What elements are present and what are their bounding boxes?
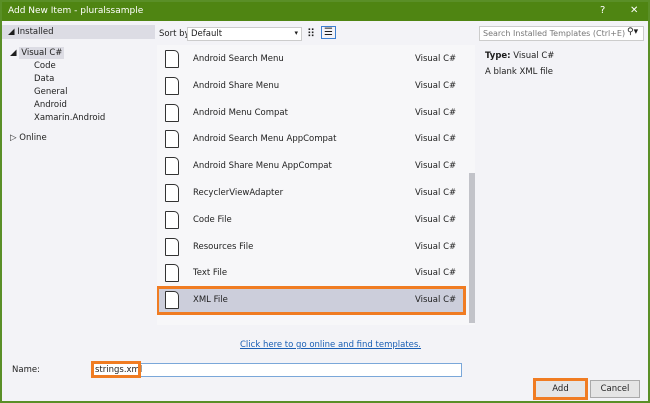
template-name: Android Search Menu xyxy=(193,54,284,64)
details-panel: Search Installed Templates (Ctrl+E) ⚲▾ T… xyxy=(477,21,648,353)
template-name: Resources File xyxy=(193,241,254,252)
template-item[interactable]: RecyclerViewAdapter Visual C# xyxy=(157,180,465,207)
file-icon xyxy=(165,210,179,229)
template-name: Android Share Menu AppCompat xyxy=(193,161,332,172)
template-name: Android Menu Compat xyxy=(193,107,288,118)
template-name: Text File xyxy=(193,268,228,279)
chevron-down-icon: ▾ xyxy=(294,29,298,37)
type-value: Visual C# xyxy=(513,51,555,61)
name-highlight xyxy=(91,361,141,378)
sort-bar: Sort by: Default ▾ ⠿ ☰ xyxy=(157,25,475,45)
template-item[interactable]: Android Search Menu AppCompat Visual C# xyxy=(157,126,465,153)
file-icon xyxy=(165,50,179,68)
template-item[interactable]: Resources File Visual C# xyxy=(157,234,465,261)
file-icon xyxy=(165,237,179,256)
tree-visual-cs[interactable]: ◢ Visual C# xyxy=(10,47,65,59)
template-item[interactable]: Android Share Menu AppCompat Visual C# xyxy=(157,153,465,180)
name-field[interactable]: strings.xml xyxy=(92,363,462,377)
template-tree: ◢ Installed ◢ Visual C# Code Data Genera… xyxy=(2,21,155,353)
tree-online[interactable]: ▷ Online xyxy=(10,133,47,143)
file-icon xyxy=(165,157,179,176)
dialog-title: Add New Item - pluralssample xyxy=(8,6,144,16)
template-list: Android Search Menu Visual C# Android Shar… xyxy=(157,45,475,325)
template-description: A blank XML file xyxy=(485,67,554,77)
file-icon xyxy=(165,264,179,283)
search-icon[interactable]: ⚲▾ xyxy=(627,27,638,37)
template-language: Visual C# xyxy=(415,54,457,64)
grid-view-icon[interactable]: ⠿ xyxy=(307,27,315,40)
template-language: Visual C# xyxy=(415,241,457,252)
name-label: Name: xyxy=(12,365,40,375)
template-item[interactable]: XML File Visual C# xyxy=(157,286,466,316)
template-item[interactable]: Android Menu Compat Visual C# xyxy=(157,100,465,127)
expanded-icon: ◢ xyxy=(8,27,18,37)
file-icon xyxy=(165,76,179,95)
tree-data[interactable]: Data xyxy=(34,74,54,84)
scrollbar-thumb[interactable] xyxy=(469,173,475,323)
template-language: Visual C# xyxy=(415,80,457,91)
template-name: Android Search Menu AppCompat xyxy=(193,134,337,145)
add-highlight xyxy=(533,378,588,400)
template-language: Visual C# xyxy=(415,107,457,118)
tree-code[interactable]: Code xyxy=(34,61,56,71)
tree-xamarin-android[interactable]: Xamarin.Android xyxy=(34,113,105,123)
list-view-icon[interactable]: ☰ xyxy=(321,26,336,39)
template-name: Code File xyxy=(193,214,232,225)
file-icon xyxy=(165,291,179,310)
template-item[interactable]: Android Share Menu Visual C# xyxy=(157,73,465,100)
tree-android[interactable]: Android xyxy=(34,100,67,110)
file-icon xyxy=(165,103,179,122)
scrollbar[interactable] xyxy=(468,45,476,325)
cancel-button[interactable]: Cancel xyxy=(590,380,640,398)
search-input[interactable]: Search Installed Templates (Ctrl+E) xyxy=(479,26,644,41)
template-language: Visual C# xyxy=(415,214,457,225)
template-language: Visual C# xyxy=(415,161,457,172)
template-item[interactable]: Android Search Menu Visual C# xyxy=(157,46,465,73)
tree-installed[interactable]: ◢ Installed xyxy=(2,25,155,39)
help-button[interactable]: ? xyxy=(600,5,605,16)
template-language: Visual C# xyxy=(415,134,457,145)
title-bar: Add New Item - pluralssample xyxy=(2,2,648,21)
template-item[interactable]: Code File Visual C# xyxy=(157,207,465,234)
close-button[interactable]: ✕ xyxy=(630,5,638,16)
online-templates-link[interactable]: Click here to go online and find templat… xyxy=(240,340,421,350)
tree-general[interactable]: General xyxy=(34,87,68,97)
type-label: Type: xyxy=(485,51,511,61)
sort-select[interactable]: Default ▾ xyxy=(187,27,302,41)
template-name: RecyclerViewAdapter xyxy=(193,188,284,198)
add-new-item-dialog: Add New Item - pluralssample ? ✕ ◢ Insta… xyxy=(0,0,650,403)
file-icon xyxy=(165,184,179,202)
collapsed-icon: ▷ xyxy=(10,133,20,143)
template-language: Visual C# xyxy=(415,188,457,198)
template-language: Visual C# xyxy=(415,295,457,306)
template-language: Visual C# xyxy=(415,268,457,279)
template-item[interactable]: Text File Visual C# xyxy=(157,260,465,287)
template-name: Android Share Menu xyxy=(193,80,280,91)
template-name: XML File xyxy=(193,295,228,306)
expanded-icon: ◢ xyxy=(10,48,20,58)
file-icon xyxy=(165,130,179,149)
